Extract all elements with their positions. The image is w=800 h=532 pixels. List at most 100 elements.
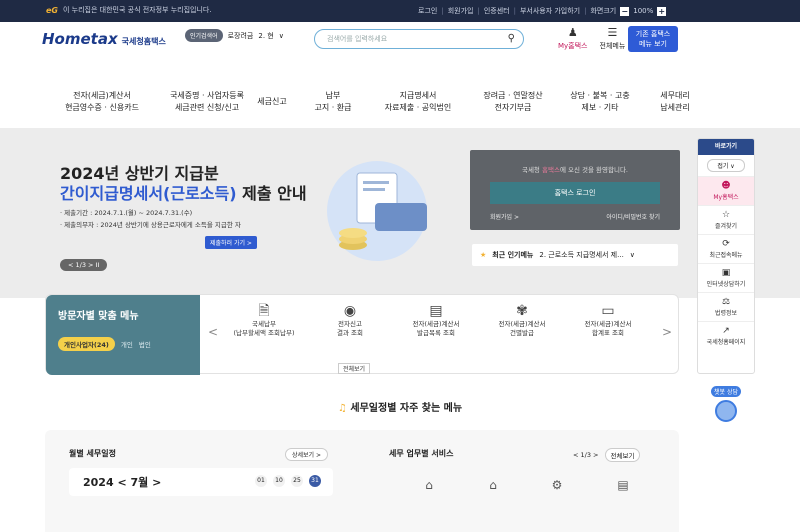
tab-individual[interactable]: 개인 (121, 339, 133, 349)
zoom-in-button[interactable]: + (657, 6, 667, 16)
view-all-button[interactable]: 전체보기 (338, 363, 371, 374)
visitor-menu-header: 방문자별 맞춤 메뉴 개인사업자(24) 개인 법인 (46, 295, 200, 375)
schedule-detail-button[interactable]: 상세보기 > (285, 448, 329, 461)
day-31[interactable]: 31 (309, 475, 321, 487)
schedule-days: 01 10 25 31 (255, 475, 321, 487)
popular-rank[interactable]: 2. 현 (258, 31, 273, 41)
top-bar: eG 이 누리집은 대한민국 공식 전자정부 누리집입니다. 로그인 | 회원가입… (0, 0, 800, 22)
folder-icon: ▭ (601, 303, 615, 319)
hero-obligor: · 제출의무자 : 2024년 상반기에 상용근로자에게 소득을 지급한 자 (60, 221, 241, 229)
money-bag-icon: ◉ (343, 303, 357, 319)
nav-tax-report[interactable]: 세금신고 (247, 96, 297, 108)
gov-notice: eG 이 누리집은 대한민국 공식 전자정부 누리집입니다. (46, 5, 212, 15)
cert-center-link[interactable]: 인증센터 (484, 6, 510, 16)
recent-popular-menu[interactable]: ★ 최근 인기메뉴 2. 근로소득 지급명세서 제... ∨ (472, 244, 678, 266)
monitor-icon: ▣ (721, 268, 731, 278)
home-document-icon[interactable]: ⌂ (417, 478, 441, 496)
nav-consult[interactable]: 상담 · 불복 · 고충 제보 · 기타 (560, 90, 640, 114)
nav-payment[interactable]: 납부 고지 · 환급 (303, 90, 363, 114)
quick-my-hometax[interactable]: ☻ My홈택스 (698, 176, 754, 205)
service-page-indicator[interactable]: < 1/3 > (573, 451, 599, 459)
year-month-selector[interactable]: 2024 < 7월 > (83, 474, 161, 490)
submit-go-button[interactable]: 제출하러 가기 > (205, 236, 257, 249)
tab-individual-business[interactable]: 개인사업자(24) (58, 337, 115, 351)
next-arrow-icon[interactable]: > (662, 325, 672, 339)
popular-pill: 인기검색어 (185, 29, 223, 42)
quick-links-panel: 바로가기 접기 ∨ ☻ My홈택스 ☆ 즐겨찾기 ⟳ 최근접속메뉴 ▣ 인터넷상담하기 … (697, 138, 755, 374)
hamburger-icon: ☰ (607, 26, 618, 39)
search-placeholder: 검색어를 입력하세요 (327, 35, 388, 43)
service-invoice-issue[interactable]: ✾ 전자(세금)계산서 건별발급 (482, 303, 562, 338)
tab-corporation[interactable]: 법인 (139, 339, 151, 349)
prev-arrow-icon[interactable]: < (208, 325, 218, 339)
building-icon[interactable]: ⌂ (481, 478, 505, 496)
service-by-task-title: 세무 업무별 서비스 (389, 449, 454, 458)
utility-links: 로그인 | 회원가입 | 인증센터 | 부서사용자 가입하기 | 화면크기 − 100%… (418, 6, 667, 16)
zoom-value: 100% (633, 7, 654, 15)
recent-icon: ⟳ (722, 239, 730, 249)
external-icon: ↗ (722, 326, 730, 336)
join-link[interactable]: 회원가입 (448, 6, 474, 16)
nav-certificate[interactable]: 국세증명 · 사업자등록 세금관련 신청/신고 (157, 90, 257, 114)
user-icon: ☻ (721, 181, 731, 191)
month-calendar: 2024 < 7월 > 01 10 25 31 (69, 468, 333, 496)
nav-incentive[interactable]: 장려금 · 연말정산 전자기부금 (468, 90, 558, 114)
dept-user-join-link[interactable]: 부서사용자 가입하기 (520, 6, 580, 16)
old-menu-button[interactable]: 기존 홈택스 메뉴 보기 (628, 26, 678, 52)
nav-tax-agent[interactable]: 세무대리 납세관리 (640, 90, 710, 114)
service-invoice-summary[interactable]: ▭ 전자(세금)계산서 합계표 조회 (568, 303, 648, 338)
recent-label: 최근 인기메뉴 (492, 251, 534, 259)
hero-illustration-icon (327, 161, 427, 261)
handshake-icon: ✾ (516, 303, 528, 319)
find-id-password-link[interactable]: 아이디/비밀번호 찾기 (606, 212, 660, 221)
popular-keyword[interactable]: 로장려금 (228, 31, 254, 41)
day-25[interactable]: 25 (291, 475, 303, 487)
nav-payment-statement[interactable]: 지급명세서 자료제출 · 공익법인 (368, 90, 468, 114)
fold-button[interactable]: 접기 ∨ (707, 159, 745, 172)
login-panel: 국세청 홈택스에 오신 것을 환영합니다. 홈택스 로그인 회원가입 > 아이디… (470, 150, 680, 230)
quick-online-consult[interactable]: ▣ 인터넷상담하기 (698, 263, 754, 292)
gov-notice-text: 이 누리집은 대한민국 공식 전자정부 누리집입니다. (63, 6, 212, 14)
cart-icon[interactable]: ⚙ (545, 478, 569, 496)
my-hometax-button[interactable]: ♟ My홈택스 (558, 26, 588, 51)
search-icon[interactable]: ⚲ (508, 33, 515, 44)
card-icon[interactable]: ▤ (611, 478, 635, 496)
bottom-section: 월별 세무일정 상세보기 > 2024 < 7월 > 01 10 25 31 세… (45, 430, 679, 532)
login-link[interactable]: 로그인 (418, 6, 437, 16)
all-menu-button[interactable]: ☰ 전체메뉴 (600, 26, 626, 51)
popular-keywords[interactable]: 인기검색어 로장려금 2. 현 ∨ (185, 29, 284, 42)
nav-e-invoice[interactable]: 전자(세금)계산서 현금영수증 · 신용카드 (52, 90, 152, 114)
chevron-down-icon[interactable]: ∨ (630, 251, 635, 259)
hero-pager[interactable]: < 1/3 > II (60, 259, 108, 271)
quick-favorites[interactable]: ☆ 즐겨찾기 (698, 205, 754, 234)
zoom-out-button[interactable]: − (620, 6, 630, 16)
old-menu-line1: 기존 홈택스 (635, 30, 671, 38)
recent-item[interactable]: 2. 근로소득 지급명세서 제... (539, 250, 623, 260)
quick-nts-home[interactable]: ↗ 국세청홈페이지 (698, 321, 754, 350)
day-01[interactable]: 01 (255, 475, 267, 487)
all-menu-label: 전체메뉴 (599, 42, 626, 50)
quick-title: 바로가기 (698, 139, 754, 155)
invoice-icon: ▤ (429, 303, 443, 319)
service-invoice-list[interactable]: ▤ 전자(세금)계산서 발급목록 조회 (396, 303, 476, 338)
star-icon: ☆ (721, 210, 731, 220)
service-tax-payment[interactable]: 🗎 국세납부 (납부할세액 조회납부) (224, 304, 304, 338)
chevron-down-icon[interactable]: ∨ (279, 32, 284, 40)
screen-size-label: 화면크기 (590, 7, 617, 15)
frequent-menu-title: ♫ 세무일정별 자주 찾는 메뉴 (337, 403, 463, 414)
quick-recent[interactable]: ⟳ 최근접속메뉴 (698, 234, 754, 263)
scale-icon: ⚖ (721, 297, 731, 307)
logo-main: Hometax (42, 30, 118, 48)
join-link[interactable]: 회원가입 > (490, 212, 519, 221)
service-e-report-result[interactable]: ◉ 전자신고 결과 조회 (310, 303, 390, 338)
old-menu-line2: 메뉴 보기 (639, 40, 667, 48)
quick-law-info[interactable]: ⚖ 법령정보 (698, 292, 754, 321)
hometax-logo[interactable]: Hometax 국세청홈택스 (42, 30, 166, 48)
search-input[interactable]: 검색어를 입력하세요 ⚲ (314, 29, 524, 49)
user-key-icon: ♟ (567, 26, 578, 39)
chatbot-label: 챗봇 상담 (711, 386, 741, 397)
egov-logo: eG (46, 5, 58, 15)
hometax-login-button[interactable]: 홈택스 로그인 (490, 182, 660, 204)
service-view-all-button[interactable]: 전체보기 (604, 448, 641, 462)
day-10[interactable]: 10 (273, 475, 285, 487)
